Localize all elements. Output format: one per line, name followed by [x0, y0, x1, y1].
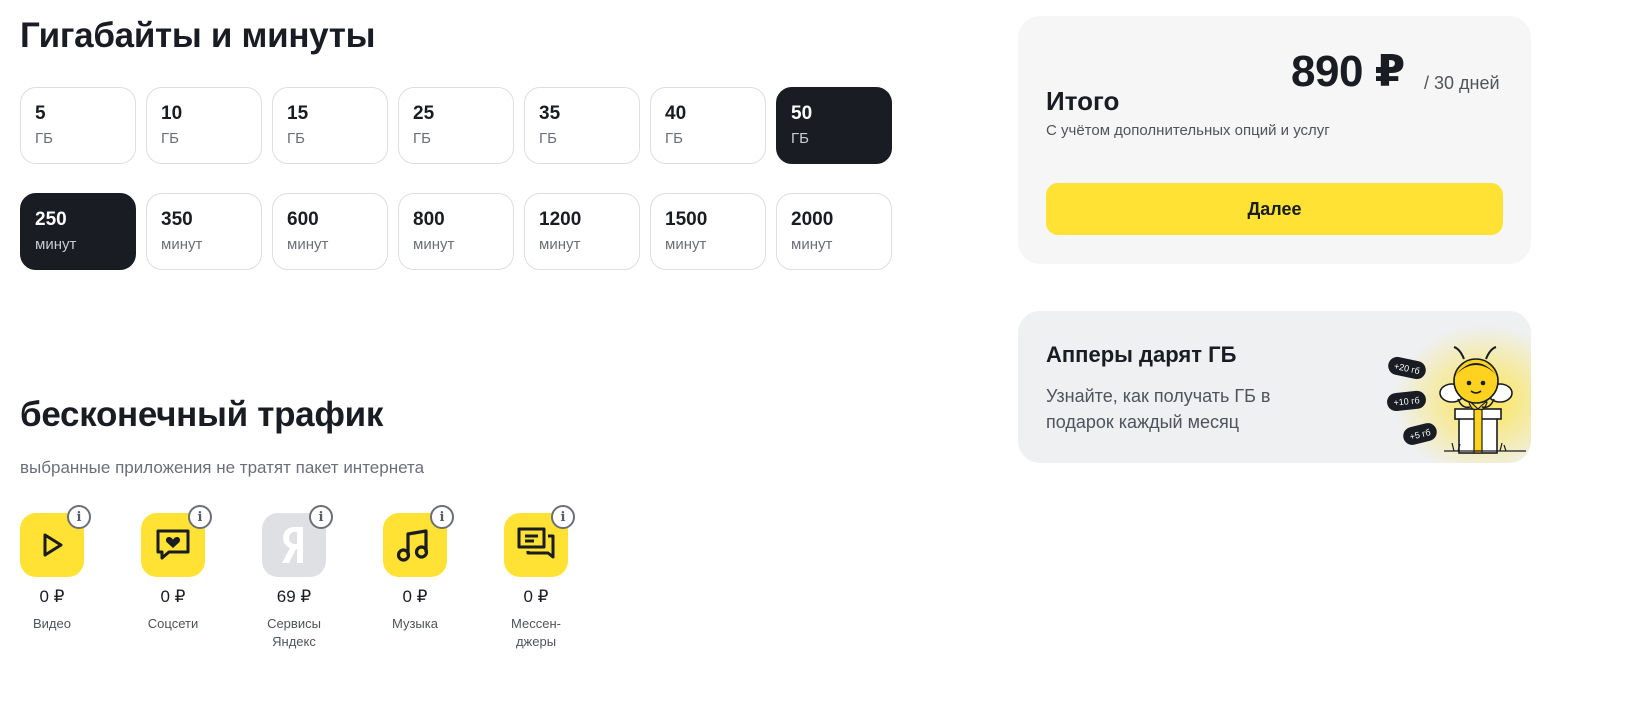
app-name: Видео [33, 616, 71, 631]
app-tile-music[interactable]: i [383, 505, 454, 577]
minutes-option-250[interactable]: 250 минут [20, 193, 136, 270]
app-price: 69 ₽ [276, 587, 312, 606]
minutes-option-350[interactable]: 350 минут [146, 193, 262, 270]
unlimited-section-title: бесконечный трафик [20, 395, 384, 434]
option-unit: ГБ [413, 130, 431, 147]
yandex-logo-icon [282, 527, 303, 563]
option-unit: минут [35, 236, 77, 253]
app-option-yandex[interactable]: i 69 ₽ Сервисы Яндекс [262, 505, 383, 651]
option-unit: ГБ [791, 130, 809, 147]
app-tile-messengers[interactable]: i [504, 505, 575, 577]
minutes-option-600[interactable]: 600 минут [272, 193, 388, 270]
option-unit: минут [287, 236, 329, 253]
option-value: 10 [161, 103, 183, 124]
gb-options-row: 5 ГБ 10 ГБ 15 ГБ 25 ГБ 35 ГБ 40 ГБ 50 ГБ [20, 87, 892, 164]
chat-heart-icon [156, 529, 190, 560]
option-value: 35 [539, 103, 561, 124]
option-unit: ГБ [35, 130, 53, 147]
total-price: 890 ₽ [1291, 47, 1405, 96]
minutes-option-1200[interactable]: 1200 минут [524, 193, 640, 270]
app-tile-yandex[interactable]: i [262, 505, 333, 577]
info-icon[interactable]: i [430, 505, 454, 529]
option-unit: ГБ [287, 130, 305, 147]
app-option-video[interactable]: i 0 ₽ Видео [20, 505, 141, 651]
option-unit: ГБ [161, 130, 179, 147]
option-value: 1500 [665, 209, 708, 230]
info-icon[interactable]: i [551, 505, 575, 529]
app-price: 0 ₽ [402, 587, 428, 606]
option-value: 50 [791, 103, 813, 124]
info-icon[interactable]: i [188, 505, 212, 529]
app-tile-social[interactable]: i [141, 505, 212, 577]
option-unit: минут [791, 236, 833, 253]
app-price: 0 ₽ [160, 587, 186, 606]
option-unit: ГБ [539, 130, 557, 147]
next-button[interactable]: Далее [1046, 183, 1503, 235]
option-value: 800 [413, 209, 445, 230]
gb-option-25[interactable]: 25 ГБ [398, 87, 514, 164]
minutes-option-800[interactable]: 800 минут [398, 193, 514, 270]
option-unit: ГБ [665, 130, 683, 147]
app-tile-video[interactable]: i [20, 505, 91, 577]
option-value: 350 [161, 209, 193, 230]
gb-option-40[interactable]: 40 ГБ [650, 87, 766, 164]
gb-option-35[interactable]: 35 ГБ [524, 87, 640, 164]
total-label: Итого [1046, 86, 1120, 116]
option-unit: минут [539, 236, 581, 253]
minutes-option-2000[interactable]: 2000 минут [776, 193, 892, 270]
promo-card[interactable]: Апперы дарят ГБ Узнайте, как получать ГБ… [1018, 311, 1531, 463]
option-unit: минут [665, 236, 707, 253]
bee-gift-illustration: +20 гб +10 гб +5 гб [1366, 325, 1531, 463]
gb-option-5[interactable]: 5 ГБ [20, 87, 136, 164]
option-unit: минут [413, 236, 455, 253]
option-value: 25 [413, 103, 435, 124]
unlimited-section-subtitle: выбранные приложения не тратят пакет инт… [20, 458, 425, 477]
music-note-icon [396, 529, 429, 562]
messages-icon [517, 527, 555, 559]
total-card: Итого 890 ₽ / 30 дней С учётом дополните… [1018, 16, 1531, 264]
play-icon [43, 533, 63, 557]
app-option-music[interactable]: i 0 ₽ Музыка [383, 505, 504, 651]
option-value: 250 [35, 209, 67, 230]
app-price: 0 ₽ [39, 587, 65, 606]
option-value: 2000 [791, 209, 834, 230]
minute-options-row: 250 минут 350 минут 600 минут 800 минут 1200 мину… [20, 193, 892, 270]
info-icon[interactable]: i [309, 505, 333, 529]
option-value: 15 [287, 103, 309, 124]
option-value: 40 [665, 103, 687, 124]
gigabytes-section-title: Гигабайты и минуты [20, 16, 376, 55]
option-value: 1200 [539, 209, 582, 230]
option-value: 600 [287, 209, 319, 230]
app-name: Музыка [392, 616, 438, 631]
gb-option-10[interactable]: 10 ГБ [146, 87, 262, 164]
total-period: / 30 дней [1424, 73, 1500, 93]
app-option-social[interactable]: i 0 ₽ Соцсети [141, 505, 262, 651]
promo-title: Апперы дарят ГБ [1046, 342, 1237, 367]
app-price: 0 ₽ [523, 587, 549, 606]
minutes-option-1500[interactable]: 1500 минут [650, 193, 766, 270]
gb-option-50[interactable]: 50 ГБ [776, 87, 892, 164]
app-name: Соцсети [147, 616, 199, 631]
promo-text: Узнайте, как получать ГБ в подарок кажды… [1046, 386, 1271, 432]
total-note: С учётом дополнительных опций и услуг [1046, 122, 1330, 139]
app-option-messengers[interactable]: i 0 ₽ Мессен-джеры [504, 505, 625, 651]
option-value: 5 [35, 103, 46, 124]
app-name: Мессен-джеры [511, 616, 561, 649]
app-name: Сервисы Яндекс [267, 616, 321, 649]
tariff-builder-page: Гигабайты и минуты 5 ГБ 10 ГБ 15 ГБ 25 ГБ 35 ГБ 40… [0, 0, 1650, 715]
info-icon[interactable]: i [67, 505, 91, 529]
unlimited-apps-list: i 0 ₽ Видео i 0 ₽ Соцсети i 69 ₽ Сервисы… [20, 505, 625, 651]
gb-option-15[interactable]: 15 ГБ [272, 87, 388, 164]
option-unit: минут [161, 236, 203, 253]
